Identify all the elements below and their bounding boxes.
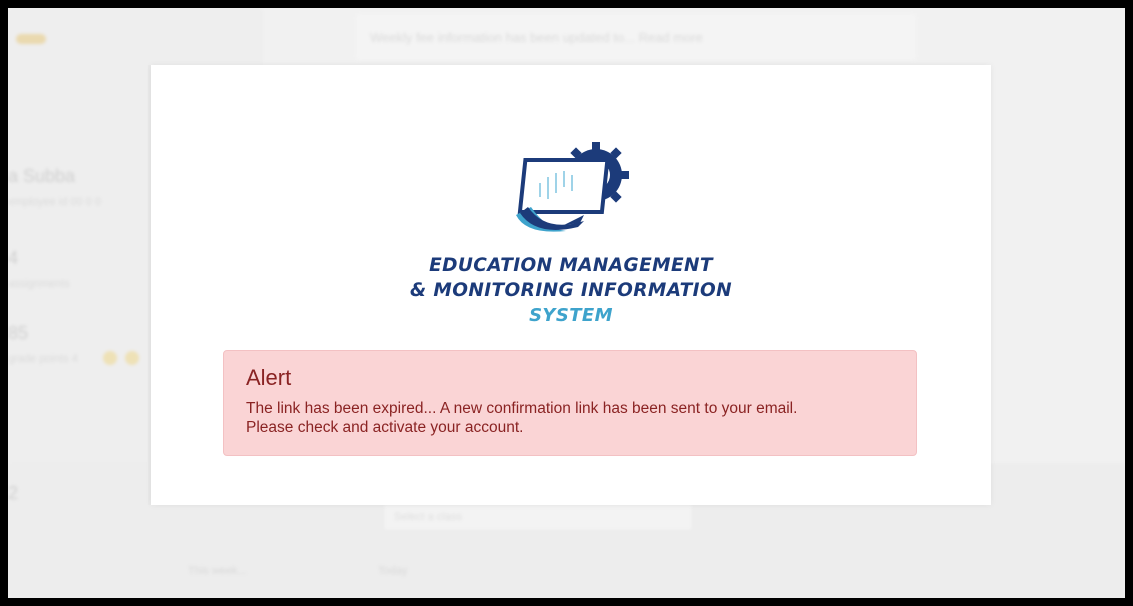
alert-message-line-1: The link has been expired... A new confi… [246,400,798,417]
emoji-icon [125,351,139,365]
alert-box: Alert The link has been expired... A new… [223,350,917,456]
emis-logo: EDUCATION MANAGEMENT & MONITORING INFORM… [381,135,761,335]
logo-text-line-1: EDUCATION MANAGEMENT [429,255,713,276]
background-select-placeholder: Select a class [394,511,462,523]
alert-message-line-2: Please check and activate your account. [246,419,524,436]
background-stat-2: 85 [8,323,29,343]
app-window: Weekly fee information has been updated … [8,8,1125,598]
alert-title: Alert [246,365,292,390]
monitor-gear-logo-icon [516,142,629,232]
alert-message: The link has been expired... A new confi… [246,399,906,437]
background-stat-3: 2 [8,483,19,503]
background-logo [16,34,46,44]
background-bottom-mid-text: Today [378,565,408,577]
background-user-name: a Subba [8,166,76,186]
alert-modal: EDUCATION MANAGEMENT & MONITORING INFORM… [151,65,991,505]
logo-text-line-3: SYSTEM [529,305,613,326]
background-notice-text: Weekly fee information has been updated … [370,30,703,45]
background-stat-1: 4 [8,248,19,268]
logo-text-line-2: & MONITORING INFORMATION [410,280,732,301]
background-class-select: Select a class [383,503,693,531]
emoji-icon [103,351,117,365]
background-user-subtitle: employee id 00 0 0 [8,196,101,208]
background-stat-1-label: assignments [8,278,70,290]
background-stat-2-label: grade points 4 [8,353,78,365]
background-notice-bar: Weekly fee information has been updated … [356,14,916,60]
background-bottom-left-text: This week... [188,565,247,577]
